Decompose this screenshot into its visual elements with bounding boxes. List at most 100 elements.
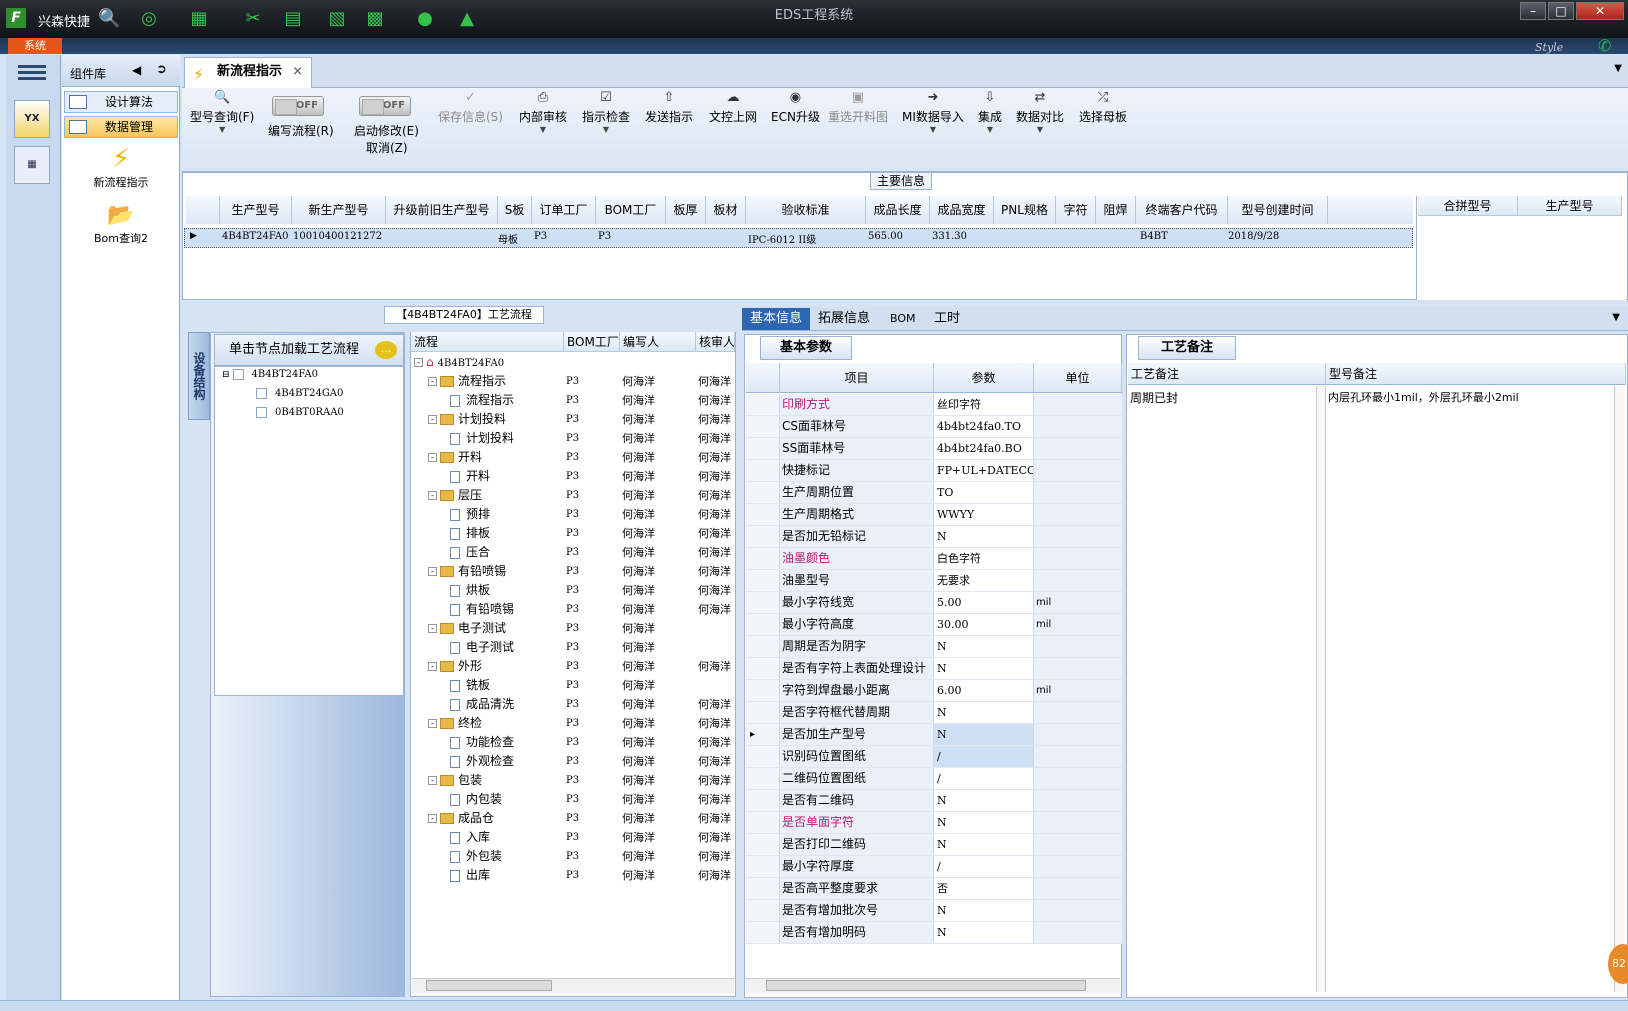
param-value[interactable]: N: [934, 658, 1034, 679]
checkbox[interactable]: [256, 407, 267, 418]
tree-node[interactable]: 0B4BT0RAA0: [256, 407, 344, 418]
collapse-icon[interactable]: -: [428, 776, 437, 785]
param-value[interactable]: 白色字符: [934, 548, 1034, 569]
shortcut-bom-query[interactable]: 📂 Bom查询2: [64, 202, 178, 246]
dropdown-arrow-icon[interactable]: ▼: [582, 125, 630, 134]
param-row[interactable]: 字符到焊盘最小距离 6.00 mil: [746, 680, 1122, 702]
param-value[interactable]: 6.00: [934, 680, 1034, 701]
collapse-icon[interactable]: -: [428, 814, 437, 823]
param-value[interactable]: 无要求: [934, 570, 1034, 591]
collapse-icon[interactable]: -: [428, 415, 437, 424]
column-header[interactable]: 型号创建时间: [1228, 196, 1328, 224]
param-row[interactable]: 快捷标记FP+UL+DATECODE: [746, 460, 1122, 482]
checkbox[interactable]: [232, 369, 244, 380]
sidebar-item-design-algorithm[interactable]: 设计算法: [64, 91, 178, 113]
column-header[interactable]: 成品长度: [866, 196, 930, 224]
ecn-upgrade-button[interactable]: ◉ ECN升级: [771, 90, 820, 125]
flow-folder-row[interactable]: - 开料 P3 何海洋 何海洋: [412, 448, 734, 467]
flow-step-row[interactable]: 开料 P3 何海洋 何海洋: [412, 467, 734, 486]
collapse-icon[interactable]: -: [428, 377, 437, 386]
flow-folder-row[interactable]: - 电子测试 P3 何海洋: [412, 619, 734, 638]
param-row[interactable]: 油墨型号 无要求: [746, 570, 1122, 592]
param-row[interactable]: SS面菲林号 4b4bt24fa0.BO: [746, 438, 1122, 460]
param-row[interactable]: 是否有二维码 N: [746, 790, 1122, 812]
collapse-icon[interactable]: -: [428, 567, 437, 576]
tab-labor-hours[interactable]: 工时: [926, 308, 968, 330]
shortcut-new-flow[interactable]: ⚡ 新流程指示: [64, 144, 178, 190]
column-header[interactable]: S板: [498, 196, 532, 224]
column-header[interactable]: 核审人: [696, 332, 735, 352]
tab-list-dropdown-icon[interactable]: ▼: [1614, 63, 1622, 74]
param-row[interactable]: 识别码位置图纸 /: [746, 746, 1122, 768]
tab-list-dropdown-icon[interactable]: ▼: [1612, 312, 1620, 323]
column-header[interactable]: 项目: [780, 363, 934, 393]
flow-folder-row[interactable]: - 流程指示 P3 何海洋 何海洋: [412, 372, 734, 391]
flow-folder-row[interactable]: - 终检 P3 何海洋 何海洋: [412, 714, 734, 733]
model-note-value[interactable]: 内层孔环最小1mil，外层孔环最小2mil: [1328, 389, 1519, 405]
flow-step-row[interactable]: 烘板 P3 何海洋 何海洋: [412, 581, 734, 600]
param-value[interactable]: /: [934, 856, 1034, 877]
flow-step-row[interactable]: 出库 P3 何海洋 何海洋: [412, 866, 734, 885]
close-button[interactable]: ✕: [1576, 2, 1624, 20]
flow-step-row[interactable]: 功能检查 P3 何海洋 何海洋: [412, 733, 734, 752]
param-row[interactable]: ▸ 是否加生产型号 N: [746, 724, 1122, 746]
flow-folder-row[interactable]: - 计划投料 P3 何海洋 何海洋: [412, 410, 734, 429]
tree-node[interactable]: ⊟ 4B4BT24FA0: [222, 369, 318, 380]
calculator-icon[interactable]: ▦: [14, 146, 50, 184]
column-header[interactable]: 流程: [411, 332, 564, 352]
flow-folder-row[interactable]: - 层压 P3 何海洋 何海洋: [412, 486, 734, 505]
param-value[interactable]: FP+UL+DATECODE: [934, 460, 1034, 481]
column-header[interactable]: 字符: [1056, 196, 1096, 224]
flow-root-node[interactable]: - ⌂ 4B4BT24FA0: [414, 353, 504, 372]
param-value[interactable]: N: [934, 702, 1034, 723]
column-header[interactable]: 阻焊: [1096, 196, 1136, 224]
tab-bom[interactable]: BOM: [882, 308, 924, 330]
data-compare-button[interactable]: ⇄ 数据对比 ▼: [1016, 90, 1064, 134]
column-header[interactable]: 订单工厂: [532, 196, 596, 224]
cancel-button[interactable]: 取消(Z): [366, 139, 408, 156]
param-row[interactable]: 二维码位置图纸 /: [746, 768, 1122, 790]
instruction-check-button[interactable]: ☑ 指示检查 ▼: [582, 90, 630, 134]
column-header[interactable]: BOM工厂: [564, 332, 620, 352]
param-value[interactable]: N: [934, 834, 1034, 855]
param-value[interactable]: 4b4bt24fa0.BO: [934, 438, 1034, 459]
param-row[interactable]: 最小字符高度 30.00 mil: [746, 614, 1122, 636]
param-row[interactable]: 是否有增加明码 N: [746, 922, 1122, 944]
flow-step-row[interactable]: 内包装 P3 何海洋 何海洋: [412, 790, 734, 809]
collapse-left-icon[interactable]: ◀: [132, 63, 141, 77]
param-row[interactable]: 是否有增加批次号 N: [746, 900, 1122, 922]
param-value[interactable]: /: [934, 746, 1034, 767]
column-header[interactable]: 升级前旧生产型号: [386, 196, 498, 224]
flow-step-row[interactable]: 电子测试 P3 何海洋: [412, 638, 734, 657]
dropdown-arrow-icon[interactable]: ▼: [519, 125, 567, 134]
collapse-icon[interactable]: -: [428, 453, 437, 462]
param-value[interactable]: 4b4bt24fa0.TO: [934, 416, 1034, 437]
flow-step-row[interactable]: 成品清洗 P3 何海洋 何海洋: [412, 695, 734, 714]
phone-icon[interactable]: ✆: [1598, 36, 1611, 55]
minimize-button[interactable]: –: [1520, 2, 1546, 20]
column-header[interactable]: 合拼型号: [1418, 196, 1518, 216]
param-row[interactable]: 是否单面字符 N: [746, 812, 1122, 834]
param-value[interactable]: TO: [934, 482, 1034, 503]
maximize-button[interactable]: □: [1548, 2, 1574, 20]
param-value[interactable]: 30.00: [934, 614, 1034, 635]
param-value[interactable]: 否: [934, 878, 1034, 899]
speech-bubble-icon[interactable]: …: [375, 341, 397, 359]
model-query-button[interactable]: 🔍 型号查询(F) ▼: [190, 90, 254, 134]
collapse-icon[interactable]: -: [428, 491, 437, 500]
param-value[interactable]: N: [934, 922, 1034, 943]
system-menu-button[interactable]: 系统: [8, 38, 62, 54]
flow-folder-row[interactable]: - 有铅喷锡 P3 何海洋 何海洋: [412, 562, 734, 581]
hamburger-menu-icon[interactable]: [18, 62, 46, 84]
param-value[interactable]: WWYY: [934, 504, 1034, 525]
flow-step-row[interactable]: 排板 P3 何海洋 何海洋: [412, 524, 734, 543]
flow-folder-row[interactable]: - 外形 P3 何海洋 何海洋: [412, 657, 734, 676]
param-row[interactable]: 是否加无铅标记 N: [746, 526, 1122, 548]
param-row[interactable]: 是否打印二维码 N: [746, 834, 1122, 856]
select-mother-board-button[interactable]: ⤮ 选择母板: [1079, 90, 1127, 125]
flow-step-row[interactable]: 流程指示 P3 何海洋 何海洋: [412, 391, 734, 410]
column-header[interactable]: 工艺备注: [1128, 363, 1326, 385]
param-row[interactable]: 生产周期格式 WWYY: [746, 504, 1122, 526]
flow-step-row[interactable]: 压合 P3 何海洋 何海洋: [412, 543, 734, 562]
param-row[interactable]: 最小字符线宽 5.00 mil: [746, 592, 1122, 614]
